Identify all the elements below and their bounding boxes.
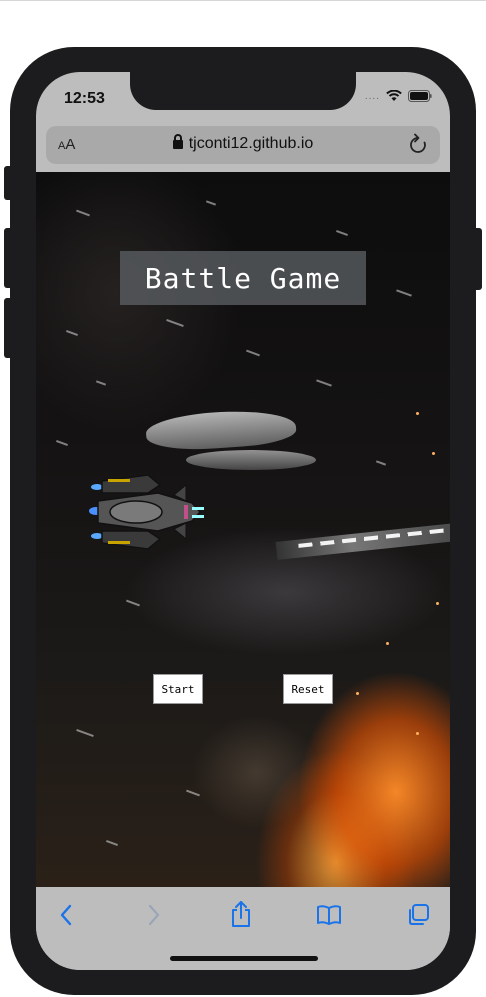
background-streak	[166, 318, 184, 328]
back-icon[interactable]	[58, 903, 74, 927]
background-streak	[186, 789, 200, 797]
ember	[386, 642, 389, 645]
ember	[416, 412, 419, 415]
player-ship[interactable]	[88, 467, 208, 557]
background-cruiser	[144, 406, 298, 454]
mute-switch	[4, 166, 11, 200]
volume-down-button	[4, 298, 11, 358]
signal-dots: ....	[364, 90, 380, 102]
start-button[interactable]: Start	[153, 674, 203, 704]
status-time: 12:53	[64, 90, 105, 107]
title-banner: Battle Game	[120, 251, 366, 305]
forward-icon[interactable]	[146, 903, 162, 927]
background-streak	[76, 209, 90, 217]
background-streak	[375, 460, 387, 466]
background-streak	[56, 440, 68, 446]
reload-button[interactable]	[408, 133, 428, 160]
game-title: Battle Game	[144, 261, 342, 295]
top-divider	[0, 0, 486, 1]
ember	[432, 452, 435, 455]
background-streak	[66, 330, 78, 336]
background-streak	[316, 379, 332, 387]
tabs-icon[interactable]	[406, 903, 430, 927]
background-streak	[106, 840, 118, 846]
background-streak	[205, 200, 217, 206]
lock-icon	[172, 134, 183, 149]
browser-toolbar	[36, 887, 450, 970]
background-streak	[76, 728, 94, 738]
reload-icon	[410, 133, 426, 153]
background-streak	[95, 380, 107, 386]
battery-icon	[408, 90, 432, 102]
background-streak	[126, 599, 140, 607]
url-text: tjconti12.github.io	[188, 135, 314, 152]
wifi-icon	[386, 90, 402, 101]
share-icon[interactable]	[230, 900, 252, 928]
home-indicator[interactable]	[170, 956, 318, 961]
background-streak	[336, 230, 348, 236]
ember	[436, 602, 439, 605]
notch	[130, 72, 356, 110]
power-button	[475, 228, 482, 290]
status-icons: ....	[365, 90, 432, 102]
phone-screen: 12:53 .... AA tjconti12.github.io Battle…	[36, 72, 450, 970]
background-streak	[246, 349, 260, 357]
url-display[interactable]: tjconti12.github.io	[46, 134, 440, 153]
ember	[356, 692, 359, 695]
reset-button[interactable]: Reset	[283, 674, 333, 704]
game-canvas[interactable]: Battle Game Start Reset	[36, 172, 450, 887]
background-streak	[396, 289, 412, 297]
bookmarks-icon[interactable]	[316, 904, 342, 926]
ember	[416, 732, 419, 735]
volume-up-button	[4, 228, 11, 288]
address-bar[interactable]: AA tjconti12.github.io	[46, 126, 440, 164]
